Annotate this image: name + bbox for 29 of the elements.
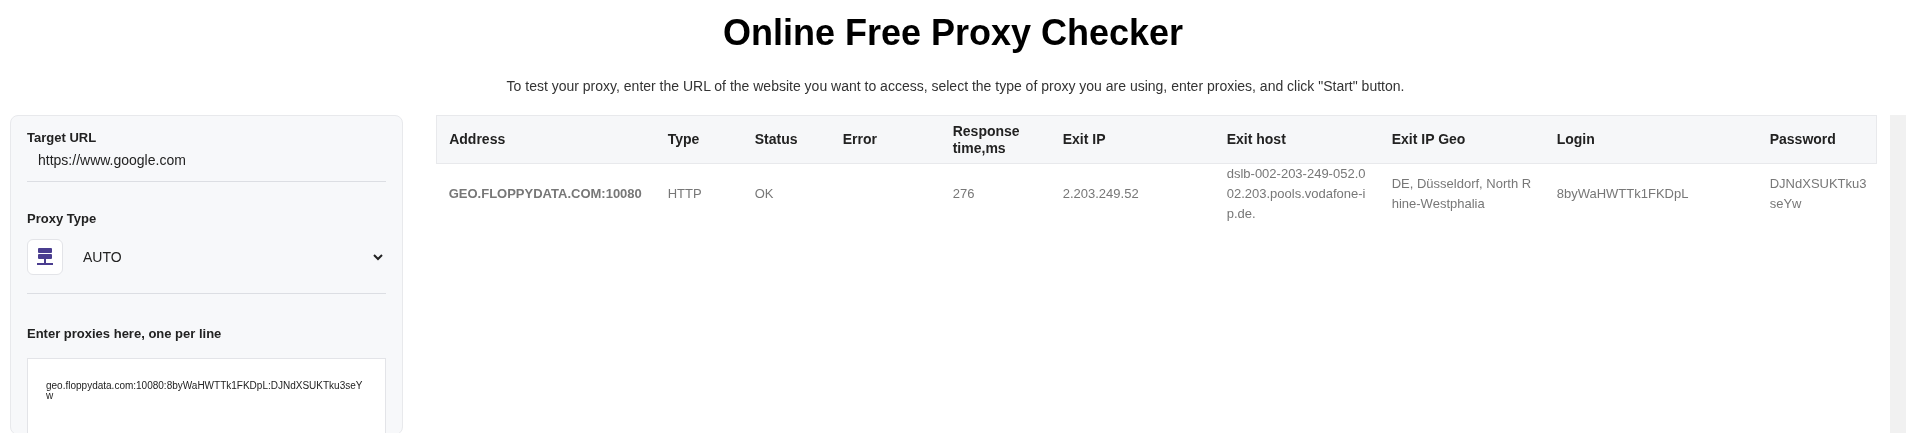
url-field[interactable]: https://www.google.com [27,147,387,182]
intro-text: To test your proxy, enter the URL of the website you want to access, select the type of proxy you are using, enter proxies, and click "Start" button. [505,77,1406,96]
column-header: Address [436,115,656,164]
table-cell: DJNdXSUKTku3seYw [1769,176,1867,211]
field-label: Enter proxies here, one per line [27,325,223,343]
column-header: Exit IP Geo [1379,115,1545,164]
server-icon [27,239,63,275]
column-header: Status [742,115,831,164]
table-cell: GEO.FLOPPYDATA.COM:10080 [448,186,642,201]
table-cell: 276 [952,186,975,201]
table-cell: 2.203.249.52 [1062,186,1139,201]
column-header: Login [1544,115,1758,164]
field-label: Target URL [27,129,98,147]
proxy-type-select[interactable]: AUTO [27,231,387,294]
chevron-down-icon [373,253,384,261]
page-title: Online Free Proxy Checker [721,11,1185,55]
column-header: Response time,ms [940,115,1051,164]
table-cell: 8byWaHWTTk1FKDpL [1556,186,1689,201]
table-cell: dslb-002-203-249-052.002.203.pools.vodafone-ip.de. [1226,166,1366,221]
table-cell: HTTP [667,186,702,201]
column-header: Error [830,115,941,164]
field-label: Proxy Type [27,209,98,228]
column-header: Type [655,115,743,164]
table-cell: DE, Düsseldorf, North Rhine-Westphalia [1391,176,1532,211]
column-header: Exit IP [1050,115,1215,164]
column-header: Exit host [1214,115,1380,164]
table-cell: OK [754,186,774,201]
proxies-field[interactable]: geo.floppydata.com:10080:8byWaHWTTk1FKDpL:DJNdXSUKTku3seYw [27,357,387,433]
column-header: Password [1757,115,1877,164]
